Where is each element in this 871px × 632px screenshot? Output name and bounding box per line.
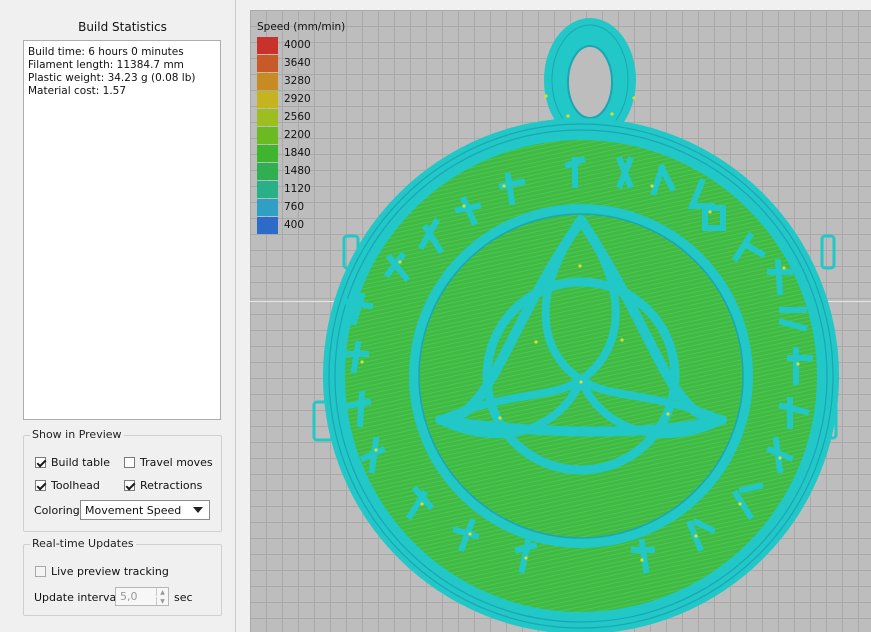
legend-swatch xyxy=(257,54,278,72)
legend-row: 1480 xyxy=(257,162,345,180)
travel-moves-checkbox[interactable]: Travel moves xyxy=(124,456,213,469)
material-cost-stat: Material cost: 1.57 xyxy=(28,85,127,97)
legend-value: 760 xyxy=(284,201,305,213)
legend-row: 4000 xyxy=(257,36,345,54)
legend-swatch xyxy=(257,216,278,234)
legend-rows: 4000 3640 3280 2920 2560 2200 1840 1480 1120 760 4… xyxy=(257,36,345,234)
real-time-updates-title: Real-time Updates xyxy=(30,537,136,550)
legend-value: 3640 xyxy=(284,57,311,69)
loop-hole xyxy=(567,45,613,119)
preview-settings-panel: Build Statistics Build time: 6 hours 0 m… xyxy=(0,0,236,632)
legend-swatch xyxy=(257,162,278,180)
update-interval-label: Update interval xyxy=(34,591,120,604)
toolhead-checkbox-box[interactable] xyxy=(35,480,46,491)
travel-moves-label: Travel moves xyxy=(140,456,213,469)
legend-value: 4000 xyxy=(284,39,311,51)
legend-row: 760 xyxy=(257,198,345,216)
toolhead-label: Toolhead xyxy=(51,479,100,492)
right-upper-tab xyxy=(820,234,836,270)
build-statistics-title: Build Statistics xyxy=(78,20,167,34)
speed-legend: Speed (mm/min) 4000 3640 3280 2920 2560 2200 1… xyxy=(257,21,345,234)
legend-row: 1840 xyxy=(257,144,345,162)
build-table-checkbox-box[interactable] xyxy=(35,457,46,468)
build-statistics-box: Build time: 6 hours 0 minutes Filament l… xyxy=(23,40,221,420)
build-table-checkbox[interactable]: Build table xyxy=(35,456,110,469)
coloring-dropdown[interactable]: Movement Speed xyxy=(80,500,210,520)
update-interval-unit: sec xyxy=(174,591,193,604)
real-time-updates-group: Real-time Updates Live preview tracking … xyxy=(23,537,222,616)
legend-swatch xyxy=(257,36,278,54)
legend-row: 2200 xyxy=(257,126,345,144)
legend-row: 400 xyxy=(257,216,345,234)
show-in-preview-group: Show in Preview Build table Travel moves… xyxy=(23,428,222,532)
plastic-weight-stat: Plastic weight: 34.23 g (0.08 lb) xyxy=(28,72,196,84)
chevron-down-icon[interactable] xyxy=(193,507,203,513)
legend-value: 2200 xyxy=(284,129,311,141)
filament-length-stat: Filament length: 11384.7 mm xyxy=(28,59,184,71)
retractions-checkbox[interactable]: Retractions xyxy=(124,479,202,492)
legend-value: 3280 xyxy=(284,75,311,87)
legend-row: 2920 xyxy=(257,90,345,108)
spin-down-icon[interactable]: ▼ xyxy=(156,597,168,605)
legend-swatch xyxy=(257,126,278,144)
legend-swatch xyxy=(257,180,278,198)
live-preview-tracking-checkbox-box[interactable] xyxy=(35,566,46,577)
legend-swatch xyxy=(257,108,278,126)
legend-title: Speed (mm/min) xyxy=(257,21,346,33)
live-preview-tracking-checkbox[interactable]: Live preview tracking xyxy=(35,565,169,578)
gcode-preview-viewport[interactable]: Speed (mm/min) 4000 3640 3280 2920 2560 2200 1… xyxy=(250,10,871,632)
build-table-label: Build table xyxy=(51,456,110,469)
legend-value: 2920 xyxy=(284,93,311,105)
legend-value: 400 xyxy=(284,219,305,231)
legend-value: 1840 xyxy=(284,147,311,159)
legend-value: 1120 xyxy=(284,183,311,195)
travel-moves-checkbox-box[interactable] xyxy=(124,457,135,468)
build-time-stat: Build time: 6 hours 0 minutes xyxy=(28,46,184,58)
legend-value: 2560 xyxy=(284,111,311,123)
retractions-checkbox-box[interactable] xyxy=(124,480,135,491)
legend-swatch xyxy=(257,72,278,90)
legend-row: 3280 xyxy=(257,72,345,90)
legend-row: 1120 xyxy=(257,180,345,198)
legend-swatch xyxy=(257,90,278,108)
update-interval-value: 5,0 xyxy=(120,590,138,603)
legend-row: 2560 xyxy=(257,108,345,126)
legend-swatch xyxy=(257,198,278,216)
toolhead-checkbox[interactable]: Toolhead xyxy=(35,479,100,492)
live-preview-tracking-label: Live preview tracking xyxy=(51,565,169,578)
show-in-preview-title: Show in Preview xyxy=(30,428,124,441)
legend-swatch xyxy=(257,144,278,162)
retractions-label: Retractions xyxy=(140,479,203,492)
update-interval-spinbox[interactable]: 5,0 ▲ ▼ xyxy=(115,587,169,606)
coloring-label: Coloring xyxy=(34,504,80,517)
coloring-dropdown-value: Movement Speed xyxy=(85,504,182,517)
legend-value: 1480 xyxy=(284,165,311,177)
spin-up-icon[interactable]: ▲ xyxy=(156,588,168,596)
legend-row: 3640 xyxy=(257,54,345,72)
